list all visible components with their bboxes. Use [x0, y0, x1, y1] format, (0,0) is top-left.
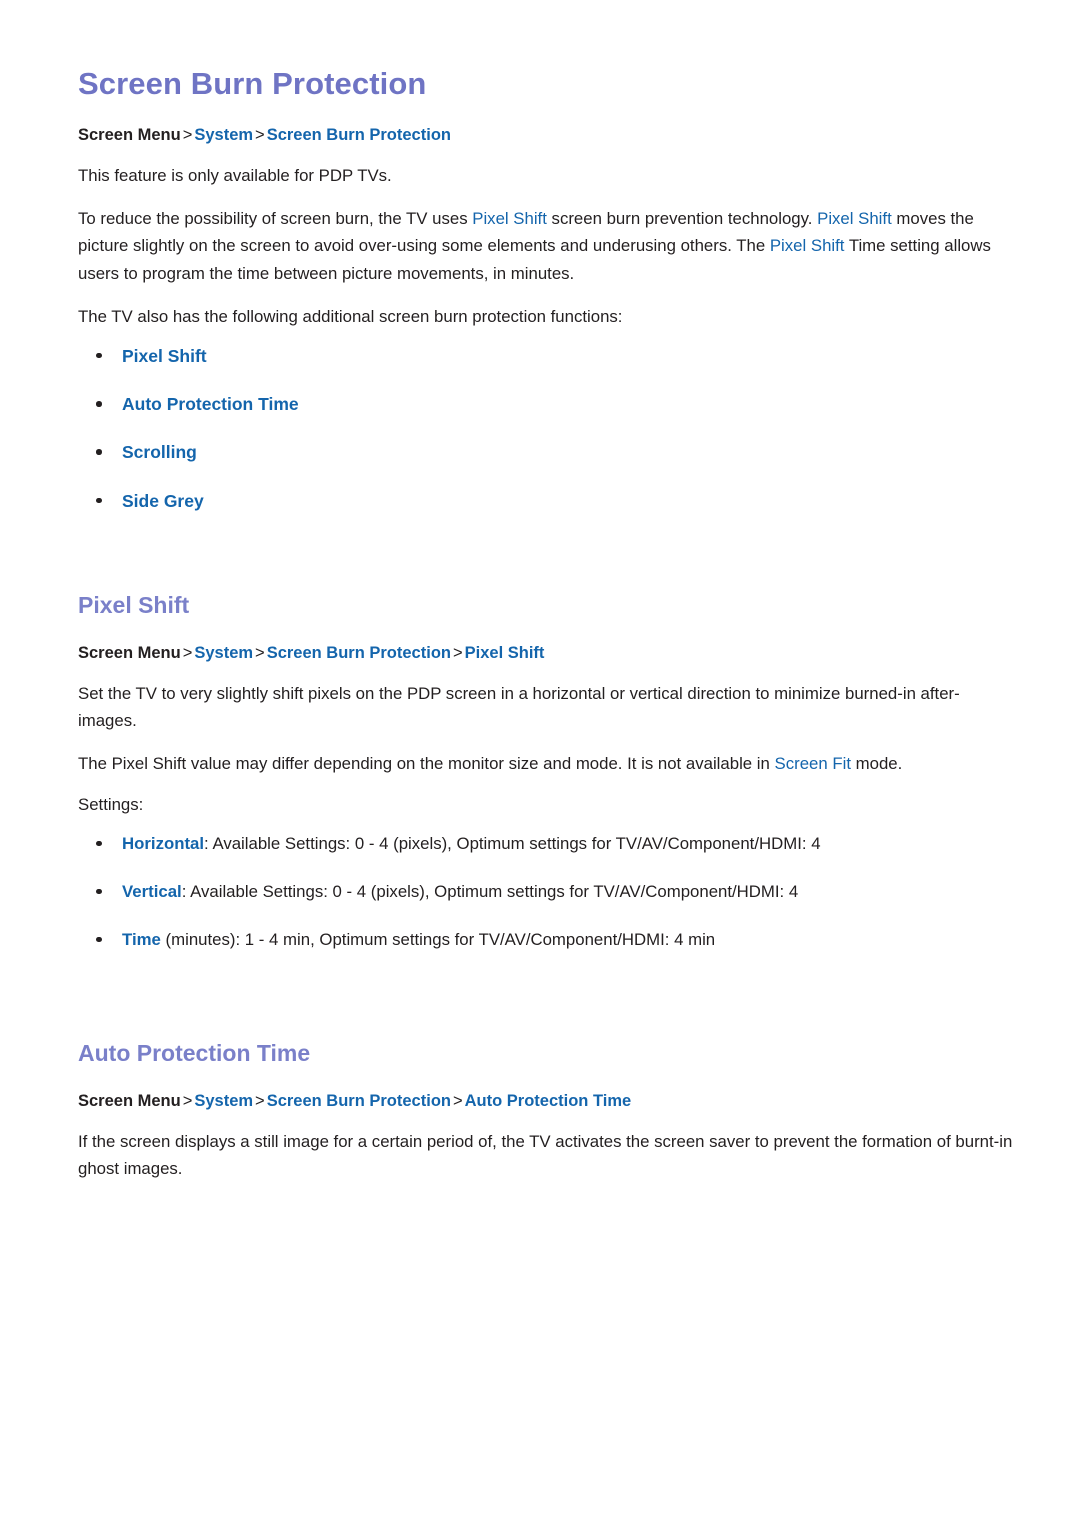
breadcrumb-link-system[interactable]: System — [194, 644, 253, 662]
breadcrumb-link-screen-burn-protection[interactable]: Screen Burn Protection — [267, 644, 451, 662]
breadcrumb-link-screen-burn-protection[interactable]: Screen Burn Protection — [267, 1092, 451, 1110]
setting-detail: : Available Settings: 0 - 4 (pixels), Op… — [181, 881, 799, 901]
setting-detail: : Available Settings: 0 - 4 (pixels), Op… — [204, 833, 821, 853]
intro-paragraph-1: This feature is only available for PDP T… — [78, 165, 392, 185]
breadcrumb-pixel-shift: Screen Menu > System > Screen Burn Protectio… — [78, 620, 1018, 664]
page-title: Screen Burn Protection — [78, 66, 427, 101]
breadcrumb-separator: > — [255, 643, 265, 662]
link-scrolling[interactable]: Scrolling — [122, 442, 197, 462]
link-pixel-shift[interactable]: Pixel Shift — [770, 236, 845, 255]
text-segment: The Pixel Shift value may differ dependi… — [78, 754, 775, 774]
list-item[interactable]: Scrolling — [78, 439, 1018, 465]
link-screen-fit[interactable]: Screen Fit — [775, 754, 851, 773]
pixel-shift-paragraph-1: Set the TV to very slightly shift pixels… — [78, 683, 960, 730]
list-item[interactable]: Auto Protection Time — [78, 391, 1018, 417]
list-item: Vertical: Available Settings: 0 - 4 (pix… — [78, 879, 1018, 904]
intro-paragraph-3: The TV also has the following additional… — [78, 306, 623, 326]
breadcrumb-root: Screen Menu — [78, 1091, 181, 1110]
breadcrumb-link-auto-protection-time[interactable]: Auto Protection Time — [465, 1092, 632, 1110]
bullet-dot-icon — [96, 840, 102, 847]
function-link-list: Pixel Shift Auto Protection Time Scrolli… — [78, 330, 1018, 514]
bullet-dot-icon — [96, 497, 102, 504]
intro-paragraph-2: To reduce the possibility of screen burn… — [78, 189, 1018, 287]
section-title-pixel-shift: Pixel Shift — [78, 591, 190, 618]
breadcrumb-separator: > — [255, 125, 265, 144]
link-pixel-shift[interactable]: Pixel Shift — [472, 209, 547, 228]
list-item: Time (minutes): 1 - 4 min, Optimum setti… — [78, 927, 1018, 952]
bullet-dot-icon — [96, 936, 102, 943]
bullet-dot-icon — [96, 449, 102, 455]
link-side-grey[interactable]: Side Grey — [122, 491, 204, 511]
breadcrumb-link-system[interactable]: System — [194, 1092, 253, 1110]
settings-label: Settings: — [78, 795, 144, 815]
auto-protection-time-paragraph-1: If the screen displays a still image for… — [78, 1132, 1013, 1179]
link-pixel-shift[interactable]: Pixel Shift — [122, 346, 207, 366]
breadcrumb-root: Screen Menu — [78, 125, 181, 144]
breadcrumb-link-pixel-shift[interactable]: Pixel Shift — [465, 644, 545, 662]
settings-list: Horizontal: Available Settings: 0 - 4 (p… — [78, 819, 1018, 953]
pixel-shift-paragraph-2: The Pixel Shift value may differ dependi… — [78, 734, 1018, 777]
bullet-dot-icon — [96, 401, 102, 407]
list-item[interactable]: Pixel Shift — [78, 343, 1018, 369]
setting-detail: (minutes): 1 - 4 min, Optimum settings f… — [160, 929, 716, 949]
breadcrumb-auto-protection-time: Screen Menu > System > Screen Burn Protectio… — [78, 1068, 1018, 1112]
text-segment: To reduce the possibility of screen burn… — [78, 209, 473, 229]
text-segment: screen burn prevention technology. — [546, 209, 818, 229]
breadcrumb-separator: > — [452, 1091, 463, 1110]
bullet-dot-icon — [96, 352, 102, 359]
document-page: Screen Burn Protection Screen Menu > Syste… — [0, 0, 1080, 1527]
breadcrumb-link-screen-burn-protection[interactable]: Screen Burn Protection — [267, 126, 451, 144]
breadcrumb-separator: > — [182, 125, 193, 144]
breadcrumb-separator: > — [452, 643, 463, 662]
setting-name-time[interactable]: Time — [122, 930, 161, 949]
breadcrumb-root: Screen Menu — [78, 643, 181, 662]
breadcrumb-separator: > — [182, 1091, 193, 1110]
breadcrumb-separator: > — [255, 1091, 265, 1110]
link-auto-protection-time[interactable]: Auto Protection Time — [122, 394, 299, 414]
setting-name-horizontal[interactable]: Horizontal — [122, 834, 204, 853]
list-item: Horizontal: Available Settings: 0 - 4 (p… — [78, 831, 1018, 856]
text-segment: mode. — [851, 754, 903, 774]
list-item[interactable]: Side Grey — [78, 488, 1018, 514]
link-pixel-shift[interactable]: Pixel Shift — [817, 209, 892, 228]
setting-name-vertical[interactable]: Vertical — [122, 882, 182, 901]
breadcrumb-separator: > — [182, 643, 193, 662]
bullet-dot-icon — [96, 888, 102, 895]
breadcrumb-intro: Screen Menu > System > Screen Burn Protectio… — [78, 102, 1018, 146]
breadcrumb-link-system[interactable]: System — [194, 126, 253, 144]
section-title-auto-protection-time: Auto Protection Time — [78, 1040, 311, 1067]
